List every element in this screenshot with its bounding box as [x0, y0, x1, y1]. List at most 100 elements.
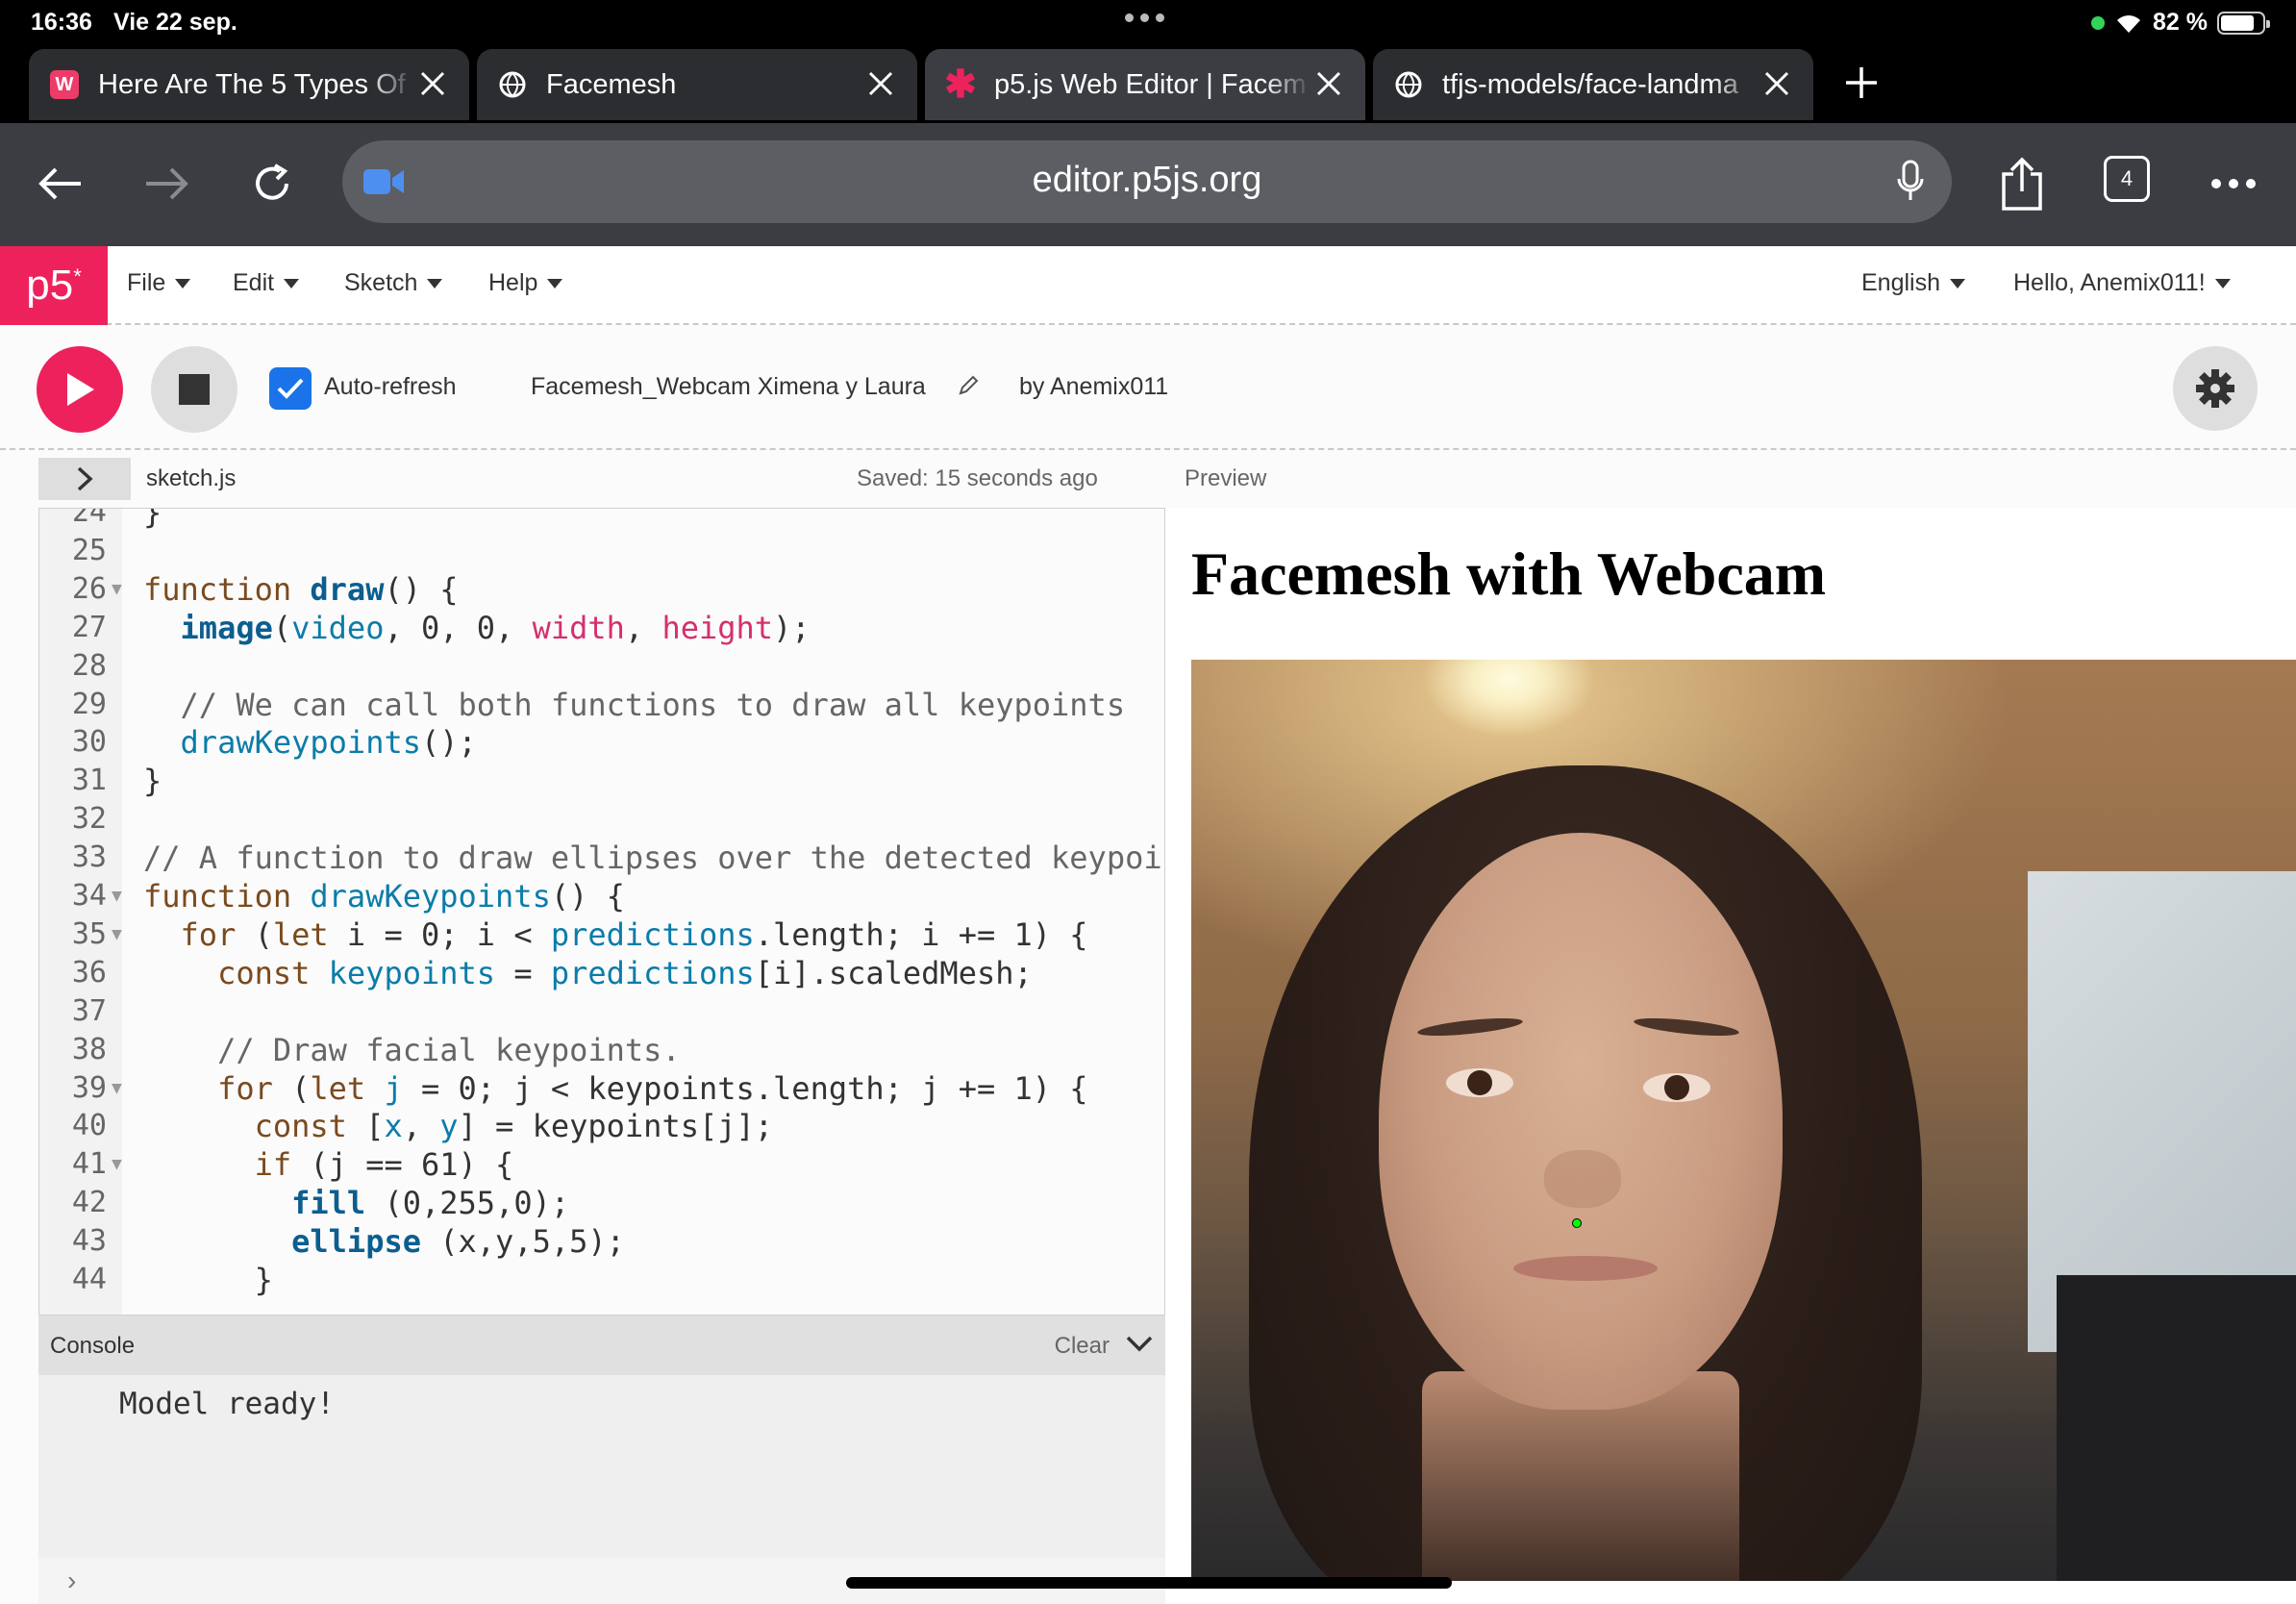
- share-button[interactable]: [1988, 150, 2056, 217]
- code-line[interactable]: 37: [39, 992, 1164, 1031]
- console-clear-button[interactable]: Clear: [1055, 1333, 1110, 1360]
- sidebar-toggle-button[interactable]: [38, 458, 131, 500]
- code-line[interactable]: 40 const [x, y] = keypoints[j];: [39, 1107, 1164, 1145]
- line-number: 32: [71, 802, 107, 837]
- close-tab-icon[interactable]: [863, 66, 898, 101]
- code-line[interactable]: 24}: [39, 508, 1164, 532]
- code-line[interactable]: 33 // A function to draw ellipses over th…: [39, 839, 1164, 877]
- code-line[interactable]: 39 ▼ for (let j = 0; j < keypoints.length…: [39, 1069, 1164, 1108]
- line-number: 44: [71, 1263, 107, 1296]
- language-menu[interactable]: English: [1861, 269, 1965, 297]
- line-number: 41: [71, 1147, 107, 1182]
- close-tab-icon[interactable]: [1759, 66, 1794, 101]
- status-bar: 16:36 Vie 22 sep. 82 %: [0, 0, 2296, 46]
- close-tab-icon[interactable]: [415, 66, 450, 101]
- code-line[interactable]: 42 fill (0,255,0);: [39, 1184, 1164, 1222]
- line-number: 35: [71, 916, 107, 951]
- code-line[interactable]: 29 // We can call both functions to draw…: [39, 686, 1164, 724]
- address-bar[interactable]: editor.p5js.org: [342, 140, 1952, 223]
- line-number: 40: [71, 1109, 107, 1143]
- favicon-w-icon: W: [50, 70, 79, 99]
- tab-types[interactable]: W Here Are The 5 Types Of: [29, 49, 469, 120]
- code-text: for (let i = 0; i < predictions.length; …: [180, 915, 1088, 953]
- pencil-edit-icon[interactable]: [958, 375, 979, 396]
- preview-heading: Facemesh with Webcam: [1191, 539, 1827, 608]
- tab-title: p5.js Web Editor | Facem: [994, 68, 1307, 100]
- menu-edit[interactable]: Edit: [233, 269, 300, 297]
- code-line[interactable]: 34 ▼ function drawKeypoints() {: [39, 877, 1164, 915]
- console-prompt-icon: ›: [67, 1566, 77, 1595]
- back-button[interactable]: [27, 150, 94, 217]
- code-line[interactable]: 31}: [39, 762, 1164, 800]
- code-line[interactable]: 44 }: [39, 1261, 1164, 1299]
- fold-arrow-icon[interactable]: ▼: [112, 915, 122, 954]
- play-icon: [67, 373, 94, 406]
- line-number: 26: [71, 571, 107, 606]
- tab-p5-editor[interactable]: ✱ p5.js Web Editor | Facem: [925, 49, 1365, 120]
- reload-button[interactable]: [238, 150, 306, 217]
- saved-status: Saved: 15 seconds ago: [857, 465, 1098, 491]
- forward-button[interactable]: [133, 150, 200, 217]
- user-menu[interactable]: Hello, Anemix011!: [2013, 269, 2231, 297]
- auto-refresh-label: Auto-refresh: [324, 373, 457, 400]
- menu-help[interactable]: Help: [488, 269, 563, 297]
- code-line[interactable]: 26 ▼ function draw() {: [39, 570, 1164, 609]
- line-number: 33: [71, 840, 107, 875]
- chevron-down-icon[interactable]: [1125, 1333, 1154, 1354]
- auto-refresh-checkbox[interactable]: [269, 367, 312, 410]
- code-line[interactable]: 30 drawKeypoints();: [39, 723, 1164, 762]
- code-line[interactable]: 27 image(video, 0, 0, width, height);: [39, 609, 1164, 647]
- caret-down-icon: [175, 278, 191, 288]
- code-text: // We can call both functions to draw al…: [180, 686, 1126, 723]
- share-icon: [2002, 157, 2042, 211]
- code-text: const keypoints = predictions[i].scaledM…: [217, 954, 1033, 991]
- code-line[interactable]: 41 ▼ if (j == 61) {: [39, 1145, 1164, 1184]
- multitasking-dots[interactable]: [1125, 13, 1164, 22]
- logo-text: p5: [26, 262, 74, 309]
- caret-down-icon: [1950, 278, 1965, 288]
- code-text: }: [143, 508, 162, 531]
- caret-down-icon: [2214, 278, 2231, 288]
- battery-icon: [2217, 11, 2270, 35]
- preview-pane: Facemesh with Webcam: [1165, 508, 2296, 1604]
- fold-arrow-icon[interactable]: ▼: [112, 1069, 122, 1108]
- code-line[interactable]: 32: [39, 800, 1164, 839]
- line-number: 39: [71, 1070, 107, 1105]
- close-tab-icon[interactable]: [1311, 66, 1346, 101]
- code-text: for (let j = 0; j < keypoints.length; j …: [217, 1069, 1088, 1107]
- code-editor[interactable]: 24} 25 26 ▼ function draw() {27 image(video,…: [38, 508, 1165, 1316]
- tab-count-button[interactable]: 4: [2104, 156, 2150, 202]
- code-text: }: [143, 1262, 273, 1298]
- code-line[interactable]: 25: [39, 532, 1164, 570]
- line-number: 37: [71, 993, 107, 1028]
- p5-logo[interactable]: p5 *: [0, 246, 108, 325]
- fold-arrow-icon[interactable]: ▼: [112, 570, 122, 609]
- code-line[interactable]: 43 ellipse (x,y,5,5);: [39, 1222, 1164, 1261]
- menu-sketch[interactable]: Sketch: [344, 269, 443, 297]
- more-dots-icon: [2211, 179, 2256, 188]
- tab-facemesh[interactable]: Facemesh: [477, 49, 917, 120]
- right-eyebrow: [1633, 1015, 1740, 1040]
- code-text: image(video, 0, 0, width, height);: [180, 609, 811, 646]
- menu-label: File: [127, 269, 166, 296]
- code-line[interactable]: 38 // Draw facial keypoints.: [39, 1031, 1164, 1069]
- home-indicator[interactable]: [846, 1577, 1452, 1589]
- url-text: editor.p5js.org: [1032, 160, 1262, 200]
- console-label: Console: [50, 1333, 136, 1359]
- menu-file[interactable]: File: [127, 269, 191, 297]
- settings-button[interactable]: [2173, 346, 2258, 431]
- more-button[interactable]: [2200, 150, 2267, 217]
- code-line[interactable]: 28: [39, 647, 1164, 686]
- code-line[interactable]: 36 const keypoints = predictions[i].scal…: [39, 954, 1164, 992]
- stop-button[interactable]: [151, 346, 237, 433]
- code-text: if (j == 61) {: [254, 1146, 514, 1184]
- sketch-name[interactable]: Facemesh_Webcam Ximena y Laura: [531, 373, 926, 401]
- fold-arrow-icon[interactable]: ▼: [112, 877, 122, 915]
- play-button[interactable]: [37, 346, 123, 433]
- code-line[interactable]: 35 ▼ for (let i = 0; i < predictions.leng…: [39, 915, 1164, 954]
- line-number: 24: [71, 508, 107, 529]
- tab-tfjs[interactable]: tfjs-models/face-landma: [1373, 49, 1813, 120]
- microphone-icon[interactable]: [1896, 160, 1925, 202]
- fold-arrow-icon[interactable]: ▼: [112, 1145, 122, 1184]
- new-tab-plus-icon[interactable]: [1842, 63, 1881, 102]
